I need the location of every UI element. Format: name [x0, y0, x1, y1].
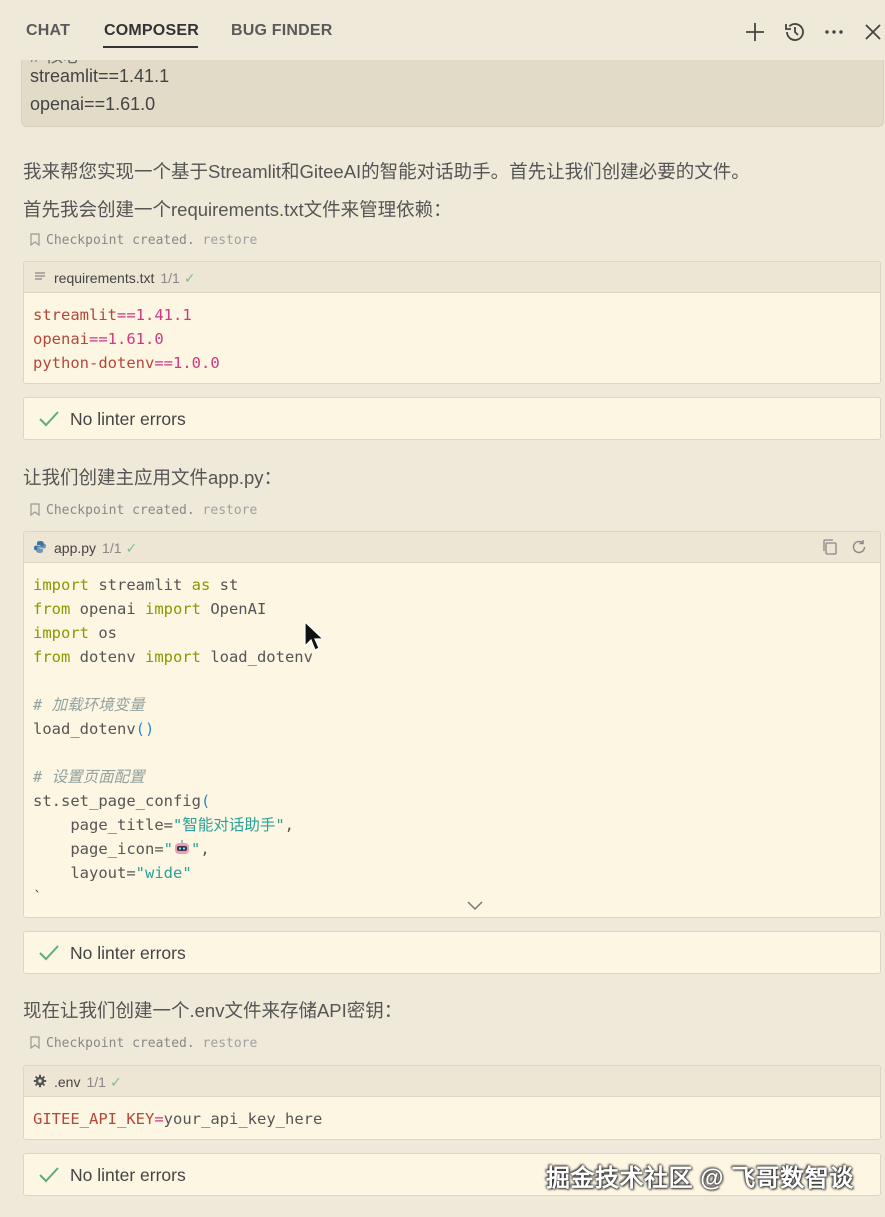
- linter-text: No linter errors: [70, 1165, 186, 1185]
- code-block-header: .env 1/1 ✓: [24, 1066, 880, 1097]
- previous-code-block: # 核心 streamlit==1.41.1 openai==1.61.0: [21, 60, 884, 127]
- tab-bug-finder[interactable]: BUG FINDER: [231, 22, 333, 40]
- copy-icon[interactable]: [821, 538, 839, 556]
- close-icon[interactable]: [861, 20, 885, 44]
- change-count: 1/1: [160, 270, 180, 286]
- code-block-requirements: requirements.txt 1/1 ✓ streamlit==1.41.1 o…: [23, 261, 881, 384]
- applied-check-icon: ✓: [125, 540, 138, 556]
- code-content: GITEE_API_KEY=your_api_key_here: [33, 1110, 323, 1128]
- applied-check-icon: ✓: [109, 1074, 122, 1090]
- message-paragraph: 现在让我们创建一个.env文件来存储API密钥：: [23, 1000, 403, 1021]
- checkpoint-line: Checkpoint created. restore: [30, 1036, 257, 1051]
- bookmark-icon: [30, 503, 40, 517]
- robot-emoji-icon: [173, 839, 191, 857]
- check-icon: [38, 1165, 60, 1185]
- restore-link[interactable]: restore: [203, 1036, 258, 1051]
- prev-line: streamlit==1.41.1: [30, 66, 170, 86]
- code-block-env: .env 1/1 ✓ GITEE_API_KEY=your_api_key_here: [23, 1065, 881, 1140]
- chevron-down-icon[interactable]: [466, 899, 484, 911]
- file-name[interactable]: app.py 1/1 ✓: [54, 540, 137, 557]
- checkpoint-text: Checkpoint created.: [46, 233, 195, 248]
- bookmark-icon: [30, 233, 40, 247]
- text-file-icon: [33, 270, 47, 284]
- history-icon[interactable]: [783, 20, 807, 44]
- gear-icon: [33, 1074, 47, 1088]
- checkpoint-line: Checkpoint created. restore: [30, 503, 257, 518]
- change-count: 1/1: [86, 1074, 106, 1090]
- refresh-icon[interactable]: [850, 538, 868, 556]
- check-icon: [38, 943, 60, 963]
- python-file-icon: [33, 540, 47, 554]
- prev-line: openai==1.61.0: [30, 94, 156, 114]
- tab-chat[interactable]: CHAT: [26, 22, 70, 40]
- panel-header: CHAT COMPOSER BUG FINDER: [0, 0, 885, 60]
- message-paragraph: 我来帮您实现一个基于Streamlit和GiteeAI的智能对话助手。首先让我们…: [23, 161, 750, 182]
- linter-text: No linter errors: [70, 943, 186, 963]
- active-tab-indicator: [103, 46, 198, 48]
- restore-link[interactable]: restore: [203, 503, 258, 518]
- linter-status: No linter errors: [23, 931, 881, 974]
- checkpoint-line: Checkpoint created. restore: [30, 233, 257, 248]
- code-block-header: requirements.txt 1/1 ✓: [24, 262, 880, 293]
- check-icon: [38, 409, 60, 429]
- watermark: 掘金技术社区 @ 飞哥数智谈: [546, 1165, 854, 1192]
- checkpoint-text: Checkpoint created.: [46, 503, 195, 518]
- file-name[interactable]: .env 1/1 ✓: [54, 1074, 122, 1091]
- linter-text: No linter errors: [70, 409, 186, 429]
- tab-composer[interactable]: COMPOSER: [104, 22, 199, 40]
- applied-check-icon: ✓: [183, 270, 196, 286]
- message-paragraph: 首先我会创建一个requirements.txt文件来管理依赖：: [23, 199, 452, 220]
- code-content: import streamlit as st from openai impor…: [33, 576, 313, 906]
- restore-link[interactable]: restore: [203, 233, 258, 248]
- bookmark-icon: [30, 1036, 40, 1050]
- code-block-app: app.py 1/1 ✓ import streamlit as st from o…: [23, 531, 881, 918]
- file-name[interactable]: requirements.txt 1/1 ✓: [54, 270, 196, 287]
- mouse-pointer-icon: [303, 620, 323, 652]
- plus-icon[interactable]: [743, 20, 767, 44]
- message-paragraph: 让我们创建主应用文件app.py：: [23, 467, 283, 488]
- change-count: 1/1: [102, 540, 122, 556]
- more-icon[interactable]: [822, 20, 846, 44]
- linter-status: No linter errors: [23, 397, 881, 440]
- code-content: streamlit==1.41.1 openai==1.61.0 python-…: [33, 306, 220, 372]
- code-block-header: app.py 1/1 ✓: [24, 532, 880, 563]
- checkpoint-text: Checkpoint created.: [46, 1036, 195, 1051]
